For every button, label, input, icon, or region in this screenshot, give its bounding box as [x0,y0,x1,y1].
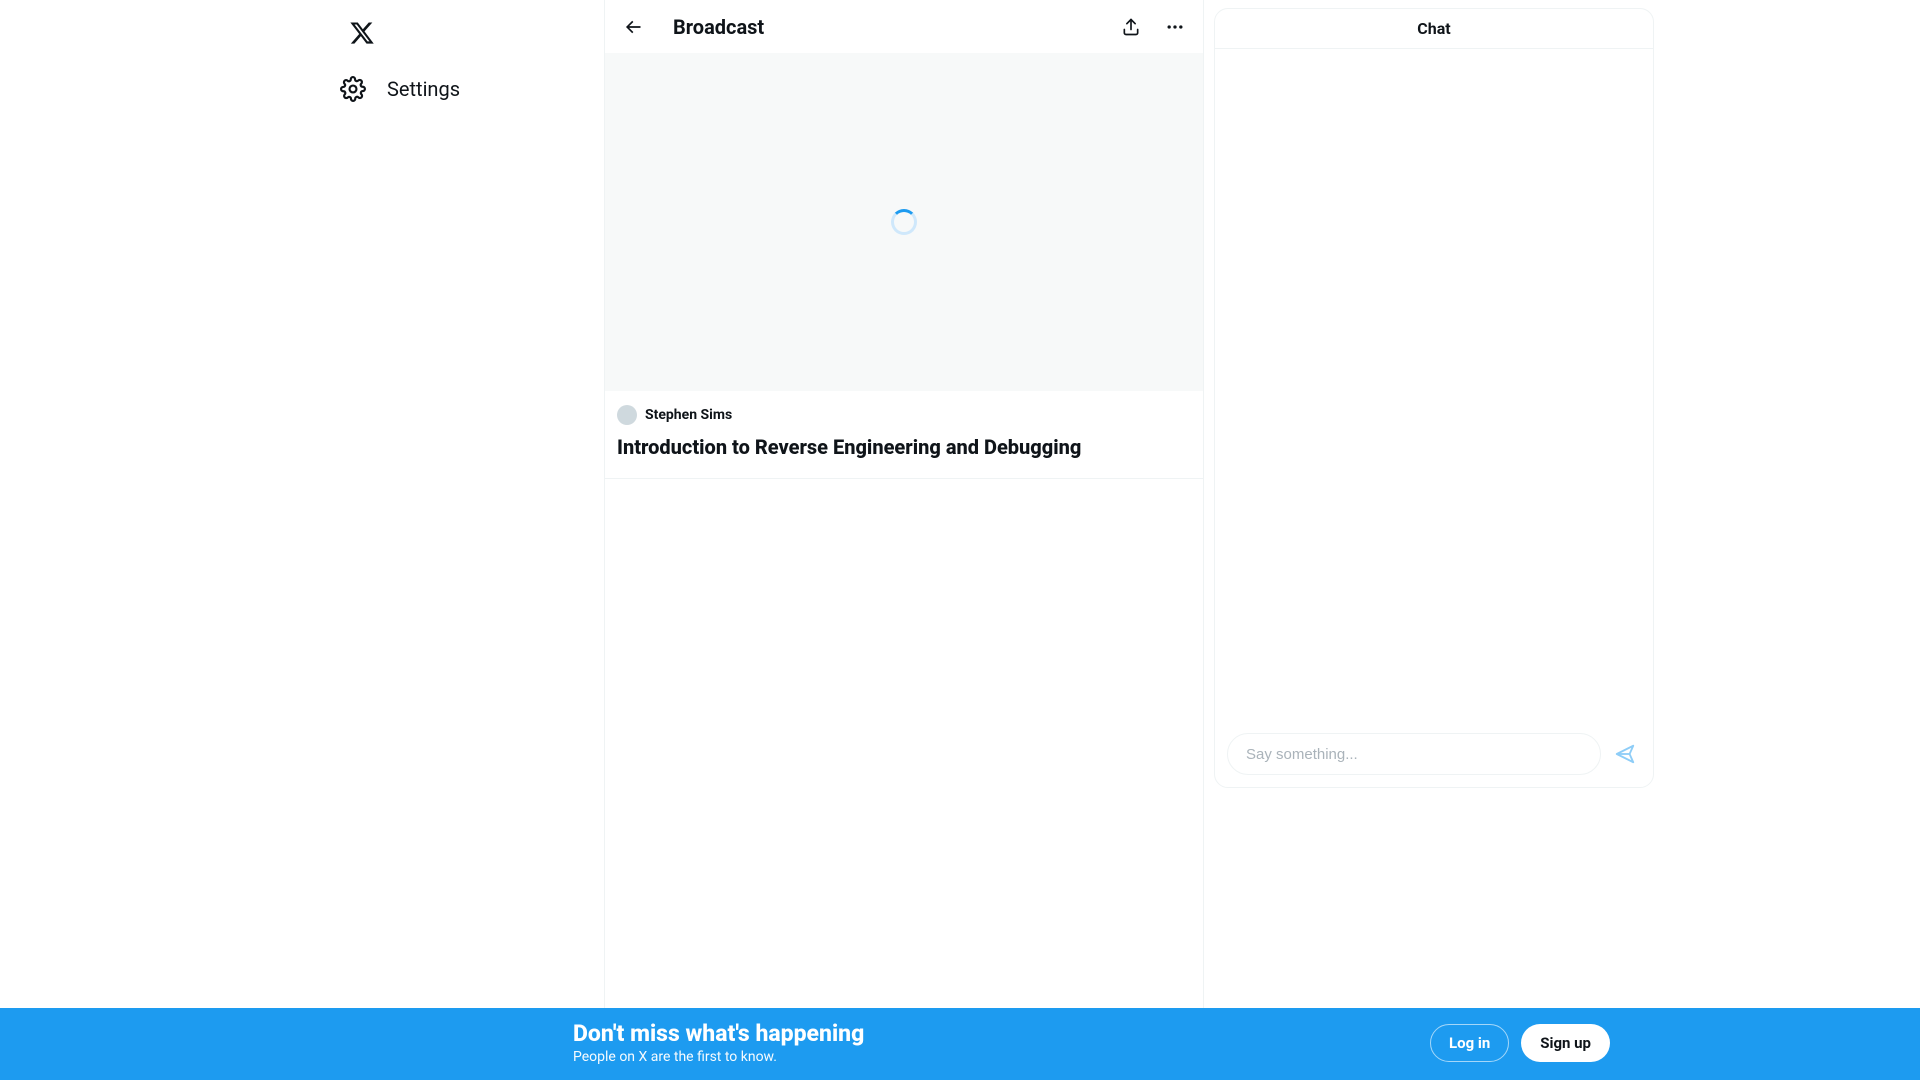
chat-input-row [1215,723,1653,787]
logo-row [333,8,603,58]
nav-list: Settings [333,62,603,116]
banner-text: Don't miss what's happening People on X … [573,1020,864,1065]
author-row[interactable]: Stephen Sims [617,405,1191,425]
login-button[interactable]: Log in [1430,1024,1509,1062]
broadcast-meta: Stephen Sims Introduction to Reverse Eng… [605,391,1203,479]
author-name: Stephen Sims [645,407,732,423]
signup-banner: Don't miss what's happening People on X … [0,1008,1920,1080]
x-logo-icon [349,20,375,46]
banner-actions: Log in Sign up [1430,1024,1610,1062]
chat-header: Chat [1215,9,1653,49]
chat-messages[interactable] [1215,49,1653,723]
header-actions [1113,9,1193,45]
more-horizontal-icon [1165,17,1185,37]
send-button[interactable] [1609,738,1641,770]
send-icon [1614,743,1636,765]
arrow-left-icon [623,17,643,37]
gear-icon [337,73,369,105]
sidebar: Settings [333,0,603,116]
main-header: Broadcast [605,0,1203,53]
sidebar-item-settings[interactable]: Settings [333,62,603,116]
more-button[interactable] [1157,9,1193,45]
banner-title: Don't miss what's happening [573,1020,864,1047]
banner-subtitle: People on X are the first to know. [573,1049,864,1065]
share-button[interactable] [1113,9,1149,45]
logo-link[interactable] [337,8,387,58]
chat-input[interactable] [1227,733,1601,775]
page-title: Broadcast [673,15,1113,39]
sidebar-item-label: Settings [387,77,460,101]
back-button[interactable] [615,9,651,45]
main-column: Broadcast Stephen Sims [604,0,1204,1080]
chat-panel: Chat [1214,8,1654,788]
video-player[interactable] [605,53,1203,391]
share-icon [1121,17,1141,37]
loading-spinner-icon [891,209,917,235]
broadcast-title: Introduction to Reverse Engineering and … [617,435,1191,460]
signup-button[interactable]: Sign up [1521,1024,1610,1062]
avatar [617,405,637,425]
